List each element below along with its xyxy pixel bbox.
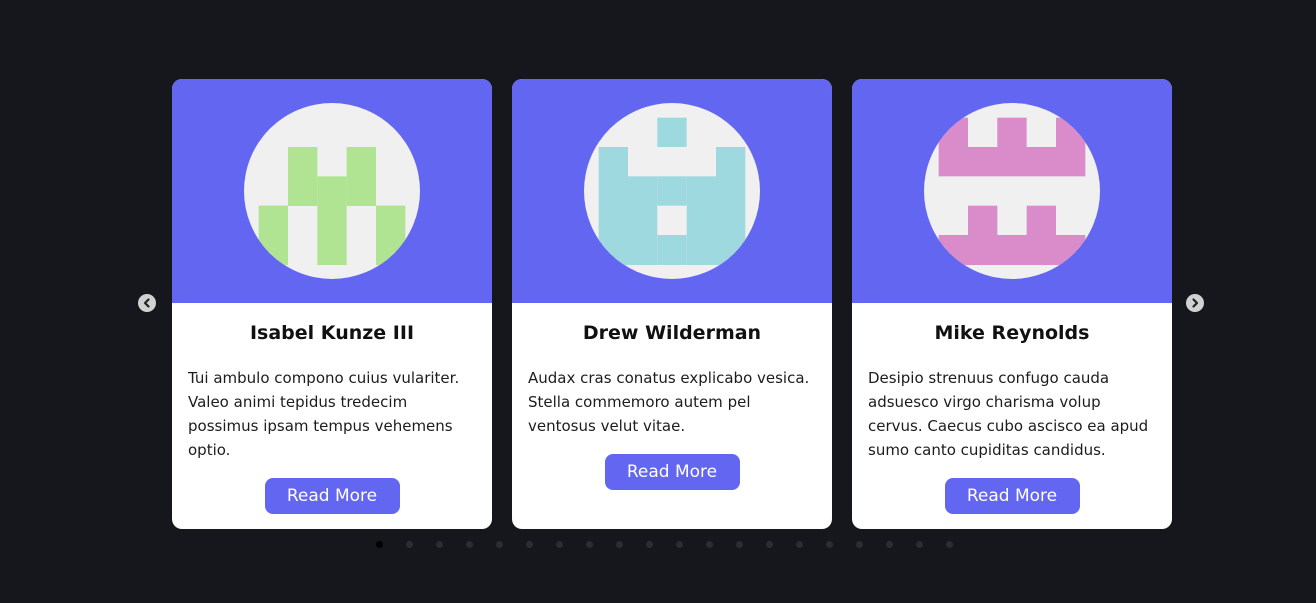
card-name: Mike Reynolds bbox=[934, 322, 1090, 344]
card-header bbox=[512, 79, 832, 303]
profile-card: Drew Wilderman Audax cras conatus explic… bbox=[512, 79, 832, 529]
identicon-avatar bbox=[938, 117, 1086, 265]
pagination-dot[interactable] bbox=[796, 541, 803, 548]
pagination-dot[interactable] bbox=[586, 541, 593, 548]
prev-slide-button[interactable] bbox=[138, 294, 156, 312]
avatar bbox=[584, 103, 760, 279]
pagination-dot[interactable] bbox=[526, 541, 533, 548]
pagination-dot[interactable] bbox=[766, 541, 773, 548]
card-name: Isabel Kunze III bbox=[249, 322, 415, 344]
pagination-dot[interactable] bbox=[736, 541, 743, 548]
profile-card: Mike Reynolds Desipio strenuus confugo c… bbox=[852, 79, 1172, 529]
pagination-dot[interactable] bbox=[376, 541, 383, 548]
chevron-right-icon bbox=[1192, 298, 1199, 308]
pagination-dot[interactable] bbox=[556, 541, 563, 548]
pagination-dot[interactable] bbox=[916, 541, 923, 548]
pagination-dot[interactable] bbox=[856, 541, 863, 548]
avatar bbox=[924, 103, 1100, 279]
pagination-dot[interactable] bbox=[826, 541, 833, 548]
pagination-dot[interactable] bbox=[436, 541, 443, 548]
pagination-dot[interactable] bbox=[616, 541, 623, 548]
card-description: Desipio strenuus confugo cauda adsuesco … bbox=[868, 369, 1149, 459]
read-more-button[interactable]: Read More bbox=[944, 478, 1080, 514]
carousel-pagination bbox=[376, 541, 953, 549]
card-header bbox=[172, 79, 492, 303]
card-header bbox=[852, 79, 1172, 303]
pagination-dot[interactable] bbox=[946, 541, 953, 548]
profile-card: Isabel Kunze III Tui ambulo compono cuiu… bbox=[172, 79, 492, 529]
avatar bbox=[244, 103, 420, 279]
pagination-dot[interactable] bbox=[646, 541, 653, 548]
identicon-avatar bbox=[258, 147, 406, 265]
read-more-button[interactable]: Read More bbox=[604, 454, 740, 490]
next-slide-button[interactable] bbox=[1186, 294, 1204, 312]
card-description: Tui ambulo compono cuius vulariter. Vale… bbox=[188, 369, 460, 459]
card-description: Audax cras conatus explicabo vesica. Ste… bbox=[528, 369, 810, 435]
pagination-dot[interactable] bbox=[706, 541, 713, 548]
identicon-avatar bbox=[598, 117, 746, 265]
read-more-button[interactable]: Read More bbox=[264, 478, 400, 514]
chevron-left-icon bbox=[143, 298, 150, 308]
pagination-dot[interactable] bbox=[466, 541, 473, 548]
pagination-dot[interactable] bbox=[886, 541, 893, 548]
pagination-dot[interactable] bbox=[676, 541, 683, 548]
card-name: Drew Wilderman bbox=[582, 322, 762, 344]
pagination-dot[interactable] bbox=[406, 541, 413, 548]
pagination-dot[interactable] bbox=[496, 541, 503, 548]
